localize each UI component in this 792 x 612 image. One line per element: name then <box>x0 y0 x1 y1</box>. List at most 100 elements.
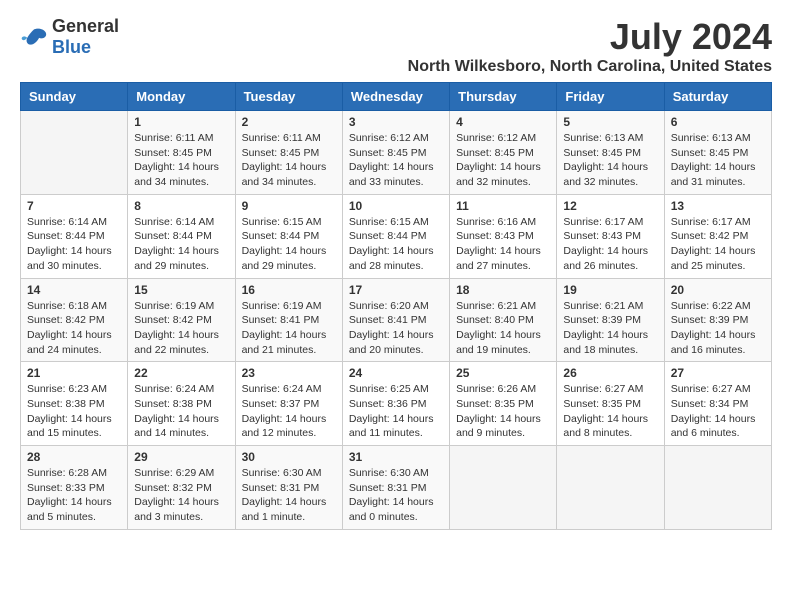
day-info: Sunrise: 6:29 AM Sunset: 8:32 PM Dayligh… <box>134 466 228 525</box>
calendar-week-row: 28Sunrise: 6:28 AM Sunset: 8:33 PM Dayli… <box>21 446 772 530</box>
day-number: 7 <box>27 199 121 213</box>
day-number: 25 <box>456 366 550 380</box>
day-info: Sunrise: 6:19 AM Sunset: 8:41 PM Dayligh… <box>242 299 336 358</box>
day-info: Sunrise: 6:17 AM Sunset: 8:42 PM Dayligh… <box>671 215 765 274</box>
day-info: Sunrise: 6:26 AM Sunset: 8:35 PM Dayligh… <box>456 382 550 441</box>
calendar-cell: 26 Sunrise: 6:27 AM Sunset: 8:35 PM Dayli… <box>557 362 664 446</box>
calendar-cell: 6Sunrise: 6:13 AM Sunset: 8:45 PM Daylig… <box>664 111 771 195</box>
header-day-tuesday: Tuesday <box>235 83 342 111</box>
day-info: Sunrise: 6:22 AM Sunset: 8:39 PM Dayligh… <box>671 299 765 358</box>
day-number: 29 <box>134 450 228 464</box>
day-number: 27 <box>671 366 765 380</box>
calendar-table: SundayMondayTuesdayWednesdayThursdayFrid… <box>20 82 772 530</box>
calendar-cell <box>557 446 664 530</box>
day-info: Sunrise: 6:24 AM Sunset: 8:38 PM Dayligh… <box>134 382 228 441</box>
day-number: 5 <box>563 115 657 129</box>
calendar-cell: 25 Sunrise: 6:26 AM Sunset: 8:35 PM Dayli… <box>450 362 557 446</box>
day-number: 17 <box>349 283 443 297</box>
calendar-cell: 14Sunrise: 6:18 AM Sunset: 8:42 PM Dayli… <box>21 278 128 362</box>
calendar-cell: 21 Sunrise: 6:23 AM Sunset: 8:38 PM Dayli… <box>21 362 128 446</box>
calendar-cell <box>450 446 557 530</box>
calendar-cell: 18Sunrise: 6:21 AM Sunset: 8:40 PM Dayli… <box>450 278 557 362</box>
day-info: Sunrise: 6:25 AM Sunset: 8:36 PM Dayligh… <box>349 382 443 441</box>
day-number: 10 <box>349 199 443 213</box>
calendar-cell: 27 Sunrise: 6:27 AM Sunset: 8:34 PM Dayli… <box>664 362 771 446</box>
day-number: 26 <box>563 366 657 380</box>
calendar-cell: 30 Sunrise: 6:30 AM Sunset: 8:31 PM Dayli… <box>235 446 342 530</box>
calendar-cell <box>21 111 128 195</box>
day-number: 9 <box>242 199 336 213</box>
day-info: Sunrise: 6:21 AM Sunset: 8:39 PM Dayligh… <box>563 299 657 358</box>
day-info: Sunrise: 6:24 AM Sunset: 8:37 PM Dayligh… <box>242 382 336 441</box>
calendar-week-row: 7 Sunrise: 6:14 AM Sunset: 8:44 PM Daylig… <box>21 194 772 278</box>
day-info: Sunrise: 6:27 AM Sunset: 8:34 PM Dayligh… <box>671 382 765 441</box>
day-number: 19 <box>563 283 657 297</box>
day-info: Sunrise: 6:27 AM Sunset: 8:35 PM Dayligh… <box>563 382 657 441</box>
day-info: Sunrise: 6:12 AM Sunset: 8:45 PM Dayligh… <box>349 131 443 190</box>
day-info: Sunrise: 6:17 AM Sunset: 8:43 PM Dayligh… <box>563 215 657 274</box>
day-number: 1 <box>134 115 228 129</box>
day-number: 23 <box>242 366 336 380</box>
logo-text: General Blue <box>52 16 119 58</box>
day-info: Sunrise: 6:14 AM Sunset: 8:44 PM Dayligh… <box>27 215 121 274</box>
calendar-cell: 1 Sunrise: 6:11 AM Sunset: 8:45 PM Daylig… <box>128 111 235 195</box>
day-number: 31 <box>349 450 443 464</box>
calendar-cell <box>664 446 771 530</box>
calendar-cell: 15 Sunrise: 6:19 AM Sunset: 8:42 PM Dayli… <box>128 278 235 362</box>
calendar-cell: 3Sunrise: 6:12 AM Sunset: 8:45 PM Daylig… <box>342 111 449 195</box>
day-info: Sunrise: 6:11 AM Sunset: 8:45 PM Dayligh… <box>134 131 228 190</box>
header-day-thursday: Thursday <box>450 83 557 111</box>
header-day-sunday: Sunday <box>21 83 128 111</box>
calendar-cell: 31Sunrise: 6:30 AM Sunset: 8:31 PM Dayli… <box>342 446 449 530</box>
day-info: Sunrise: 6:13 AM Sunset: 8:45 PM Dayligh… <box>563 131 657 190</box>
calendar-cell: 9Sunrise: 6:15 AM Sunset: 8:44 PM Daylig… <box>235 194 342 278</box>
subtitle: North Wilkesboro, North Carolina, United… <box>408 58 772 76</box>
day-number: 28 <box>27 450 121 464</box>
calendar-cell: 19 Sunrise: 6:21 AM Sunset: 8:39 PM Dayli… <box>557 278 664 362</box>
day-number: 12 <box>563 199 657 213</box>
calendar-cell: 5 Sunrise: 6:13 AM Sunset: 8:45 PM Daylig… <box>557 111 664 195</box>
day-number: 8 <box>134 199 228 213</box>
day-number: 2 <box>242 115 336 129</box>
day-number: 24 <box>349 366 443 380</box>
day-number: 15 <box>134 283 228 297</box>
calendar-header-row: SundayMondayTuesdayWednesdayThursdayFrid… <box>21 83 772 111</box>
calendar-cell: 24 Sunrise: 6:25 AM Sunset: 8:36 PM Dayli… <box>342 362 449 446</box>
day-number: 4 <box>456 115 550 129</box>
calendar-cell: 20Sunrise: 6:22 AM Sunset: 8:39 PM Dayli… <box>664 278 771 362</box>
calendar-cell: 22 Sunrise: 6:24 AM Sunset: 8:38 PM Dayli… <box>128 362 235 446</box>
day-info: Sunrise: 6:12 AM Sunset: 8:45 PM Dayligh… <box>456 131 550 190</box>
header-day-wednesday: Wednesday <box>342 83 449 111</box>
day-info: Sunrise: 6:19 AM Sunset: 8:42 PM Dayligh… <box>134 299 228 358</box>
calendar-cell: 13 Sunrise: 6:17 AM Sunset: 8:42 PM Dayli… <box>664 194 771 278</box>
day-number: 11 <box>456 199 550 213</box>
calendar-cell: 4 Sunrise: 6:12 AM Sunset: 8:45 PM Daylig… <box>450 111 557 195</box>
calendar-week-row: 14Sunrise: 6:18 AM Sunset: 8:42 PM Dayli… <box>21 278 772 362</box>
logo-bird-icon <box>20 26 48 48</box>
logo-general: General <box>52 16 119 36</box>
day-number: 30 <box>242 450 336 464</box>
calendar-cell: 2 Sunrise: 6:11 AM Sunset: 8:45 PM Daylig… <box>235 111 342 195</box>
day-number: 14 <box>27 283 121 297</box>
header-day-saturday: Saturday <box>664 83 771 111</box>
calendar-cell: 11Sunrise: 6:16 AM Sunset: 8:43 PM Dayli… <box>450 194 557 278</box>
calendar-cell: 7 Sunrise: 6:14 AM Sunset: 8:44 PM Daylig… <box>21 194 128 278</box>
calendar-cell: 28Sunrise: 6:28 AM Sunset: 8:33 PM Dayli… <box>21 446 128 530</box>
header: General Blue July 2024 North Wilkesboro,… <box>20 16 772 76</box>
day-info: Sunrise: 6:11 AM Sunset: 8:45 PM Dayligh… <box>242 131 336 190</box>
day-info: Sunrise: 6:30 AM Sunset: 8:31 PM Dayligh… <box>242 466 336 525</box>
calendar-week-row: 1 Sunrise: 6:11 AM Sunset: 8:45 PM Daylig… <box>21 111 772 195</box>
calendar-week-row: 21 Sunrise: 6:23 AM Sunset: 8:38 PM Dayli… <box>21 362 772 446</box>
day-info: Sunrise: 6:13 AM Sunset: 8:45 PM Dayligh… <box>671 131 765 190</box>
calendar-cell: 12 Sunrise: 6:17 AM Sunset: 8:43 PM Dayli… <box>557 194 664 278</box>
day-number: 22 <box>134 366 228 380</box>
title-area: July 2024 North Wilkesboro, North Caroli… <box>408 16 772 76</box>
day-info: Sunrise: 6:21 AM Sunset: 8:40 PM Dayligh… <box>456 299 550 358</box>
day-number: 21 <box>27 366 121 380</box>
header-day-friday: Friday <box>557 83 664 111</box>
day-number: 13 <box>671 199 765 213</box>
header-day-monday: Monday <box>128 83 235 111</box>
calendar-cell: 8Sunrise: 6:14 AM Sunset: 8:44 PM Daylig… <box>128 194 235 278</box>
day-info: Sunrise: 6:23 AM Sunset: 8:38 PM Dayligh… <box>27 382 121 441</box>
calendar-cell: 16Sunrise: 6:19 AM Sunset: 8:41 PM Dayli… <box>235 278 342 362</box>
